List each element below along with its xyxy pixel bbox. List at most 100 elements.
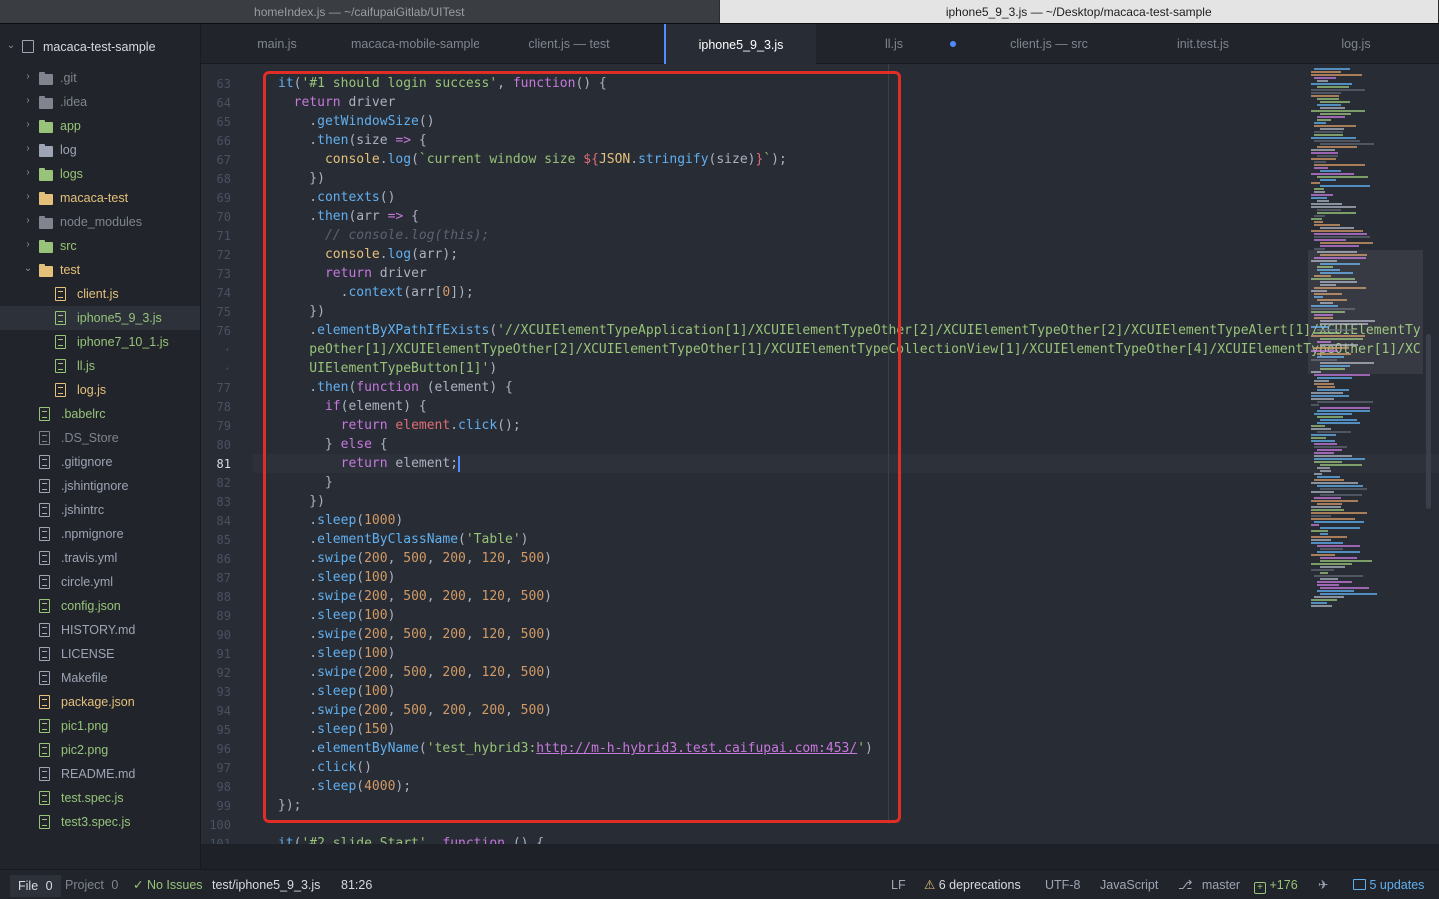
tree-folder[interactable]: › src (0, 234, 200, 258)
tree-file[interactable]: iphone7_10_1.js (0, 330, 200, 354)
minimap-line (1311, 536, 1347, 538)
editor-tab[interactable]: init.test.js (1132, 24, 1274, 64)
tree-file[interactable]: pic1.png (0, 714, 200, 738)
minimap-line (1311, 110, 1365, 112)
pin-icon[interactable]: ✈ (1318, 870, 1328, 899)
tree-file[interactable]: Makefile (0, 666, 200, 690)
tree-folder[interactable]: ⌄ test (0, 258, 200, 282)
cursor-position[interactable]: 81:26 (341, 870, 372, 899)
file-path[interactable]: test/iphone5_9_3.js (212, 870, 320, 899)
tree-file[interactable]: .jshintignore (0, 474, 200, 498)
minimap-line (1311, 512, 1367, 514)
deprecations-indicator[interactable]: ⚠ 6 deprecations (924, 870, 1021, 899)
minimap-line (1314, 596, 1344, 598)
line-ending[interactable]: LF (891, 870, 906, 899)
tree-file[interactable]: .travis.yml (0, 546, 200, 570)
file-issues-toggle[interactable]: File 0 (10, 875, 61, 897)
tree-file[interactable]: .babelrc (0, 402, 200, 426)
file-icon (39, 647, 50, 661)
minimap-line (1314, 383, 1334, 385)
file-icon (55, 311, 66, 325)
tree-file[interactable]: .DS_Store (0, 426, 200, 450)
line-number: 91 (216, 647, 231, 661)
chevron-right-icon[interactable]: › (23, 215, 33, 226)
tree-folder[interactable]: › .idea (0, 90, 200, 114)
code-line[interactable]: it('#2 slide Start', function () { (278, 834, 544, 844)
tree-file[interactable]: .jshintrc (0, 498, 200, 522)
project-issues-toggle[interactable]: Project 0 (65, 870, 118, 899)
editor-tab[interactable]: client.js — test (493, 24, 645, 64)
minimap-line (1311, 437, 1326, 439)
encoding[interactable]: UTF-8 (1045, 870, 1080, 899)
minimap-line (1311, 515, 1331, 517)
minimap-line (1320, 227, 1354, 229)
tree-file[interactable]: config.json (0, 594, 200, 618)
tree-file[interactable]: iphone5_9_3.js (0, 306, 200, 330)
tree-folder[interactable]: › .git (0, 66, 200, 90)
line-number: 64 (216, 96, 231, 110)
line-number: 73 (216, 267, 231, 281)
tree-folder[interactable]: › app (0, 114, 200, 138)
chevron-right-icon[interactable]: › (23, 143, 33, 154)
tree-file[interactable]: .npmignore (0, 522, 200, 546)
line-number: 65 (216, 115, 231, 129)
package-updates[interactable]: 5 updates (1353, 870, 1424, 899)
project-root[interactable]: ⌄ macaca-test-sample (0, 35, 200, 59)
chevron-right-icon[interactable]: › (23, 119, 33, 130)
tree-folder[interactable]: › node_modules (0, 210, 200, 234)
tree-file[interactable]: ll.js (0, 354, 200, 378)
tab-label: init.test.js (1176, 37, 1230, 51)
minimap-line (1311, 152, 1338, 154)
linter-status[interactable]: ✓ No Issues (133, 870, 203, 899)
minimap-line (1320, 494, 1362, 496)
git-diff[interactable]: + +176 (1254, 870, 1298, 899)
tree-file[interactable]: test3.spec.js (0, 810, 200, 834)
tab-label: iphone5_9_3.js (698, 37, 784, 52)
code-token: '#2 slide Start' (301, 836, 427, 844)
tree-folder[interactable]: › logs (0, 162, 200, 186)
minimap-line (1320, 533, 1328, 535)
git-branch[interactable]: ⎇ master (1178, 870, 1240, 899)
chevron-right-icon[interactable]: › (23, 167, 33, 178)
file-icon (39, 551, 50, 565)
line-number: · (223, 362, 231, 376)
line-number: 99 (216, 799, 231, 813)
minimap-line (1317, 590, 1354, 592)
tree-file[interactable]: HISTORY.md (0, 618, 200, 642)
minimap-line (1314, 221, 1323, 223)
tree-item-label: .jshintignore (61, 479, 129, 493)
chevron-right-icon[interactable]: › (23, 191, 33, 202)
tree-file[interactable]: circle.yml (0, 570, 200, 594)
editor-tab[interactable]: client.js — src (971, 24, 1127, 64)
tree-folder[interactable]: › log (0, 138, 200, 162)
tree-file[interactable]: pic2.png (0, 738, 200, 762)
minimap-line (1311, 482, 1358, 484)
chevron-right-icon[interactable]: › (23, 239, 33, 250)
chevron-right-icon[interactable]: › (23, 95, 33, 106)
tree-file[interactable]: .gitignore (0, 450, 200, 474)
tree-folder[interactable]: › macaca-test (0, 186, 200, 210)
tree-file[interactable]: log.js (0, 378, 200, 402)
editor-tab[interactable]: iphone5_9_3.js (664, 24, 816, 65)
tab-label: client.js — src (1010, 37, 1088, 51)
minimap-visible-area[interactable] (1308, 250, 1423, 374)
window-title-inactive[interactable]: homeIndex.js — ~/caifupaiGitlab/UITest (0, 0, 720, 23)
text-editor[interactable]: 63 64 65 66 67 68 69 70 71 72 73 74 75 76 · · 77 78 79 80 81… (201, 64, 1439, 844)
chevron-right-icon[interactable]: › (23, 71, 33, 82)
editor-tab[interactable]: macaca-mobile-sample (336, 24, 494, 64)
tree-file[interactable]: package.json (0, 690, 200, 714)
tree-file[interactable]: test.spec.js (0, 786, 200, 810)
tree-file[interactable]: client.js (0, 282, 200, 306)
line-number: 78 (216, 400, 231, 414)
editor-tab[interactable]: main.js (201, 24, 353, 64)
editor-tab[interactable]: log.js (1281, 24, 1431, 64)
tree-item-label: macaca-test (60, 191, 129, 205)
tree-item-label: package.json (61, 695, 135, 709)
chevron-down-icon[interactable]: ⌄ (23, 263, 33, 274)
line-number: 89 (216, 609, 231, 623)
window-title-active[interactable]: iphone5_9_3.js — ~/Desktop/macaca-test-s… (719, 0, 1439, 23)
vertical-scrollbar[interactable] (1426, 334, 1431, 509)
grammar[interactable]: JavaScript (1100, 870, 1158, 899)
tree-file[interactable]: README.md (0, 762, 200, 786)
tree-file[interactable]: LICENSE (0, 642, 200, 666)
